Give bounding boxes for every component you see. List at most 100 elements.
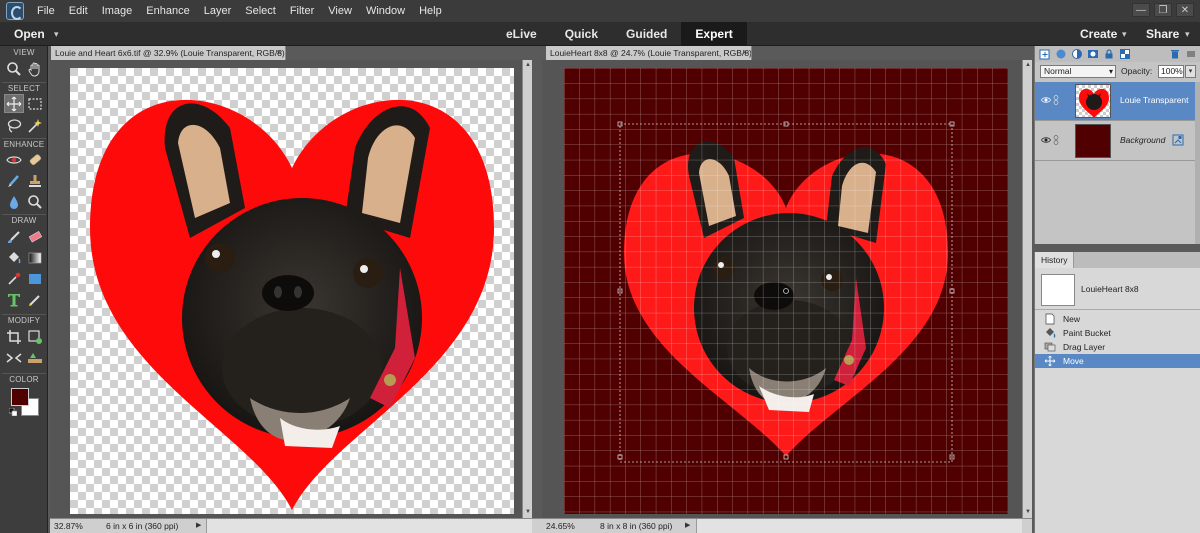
sponge-tool-icon[interactable] bbox=[25, 192, 45, 211]
blend-mode-select[interactable]: Normal bbox=[1040, 65, 1116, 78]
smart-brush-icon[interactable] bbox=[4, 171, 24, 190]
scroll-up-icon[interactable]: ▲ bbox=[1024, 61, 1032, 69]
content-aware-move-icon[interactable] bbox=[4, 348, 24, 367]
pencil-tool-icon[interactable] bbox=[25, 290, 45, 309]
adjustment-layer-icon[interactable] bbox=[1071, 48, 1083, 60]
menu-layer[interactable]: Layer bbox=[197, 0, 239, 22]
history-item-new[interactable]: New bbox=[1035, 312, 1200, 326]
menu-file[interactable]: File bbox=[30, 0, 62, 22]
crop-tool-icon[interactable] bbox=[4, 327, 24, 346]
brush-tool-icon[interactable] bbox=[4, 227, 24, 246]
document-tab-2[interactable]: LouieHeart 8x8 @ 24.7% (Louie Transparen… bbox=[546, 46, 752, 60]
layer-name-background[interactable]: Background bbox=[1120, 135, 1165, 145]
scroll-up-icon[interactable]: ▲ bbox=[524, 61, 532, 69]
tab-guided[interactable]: Guided bbox=[612, 22, 681, 46]
layer-row-louie-transparent[interactable]: Louie Transparent bbox=[1035, 82, 1195, 121]
clone-stamp-icon[interactable] bbox=[25, 171, 45, 190]
magic-wand-icon[interactable] bbox=[25, 116, 45, 135]
document-2-horizontal-scrollbar[interactable] bbox=[696, 519, 1022, 533]
minimize-button[interactable]: — bbox=[1132, 3, 1150, 17]
layer-link-icon[interactable] bbox=[1053, 95, 1059, 105]
opacity-input[interactable]: 100% bbox=[1158, 65, 1184, 78]
zoom-tool-icon[interactable] bbox=[4, 59, 24, 78]
document-1-zoom[interactable]: 32.87% bbox=[54, 519, 83, 533]
new-group-icon[interactable] bbox=[1055, 48, 1067, 60]
close-window-button[interactable]: ✕ bbox=[1176, 3, 1194, 17]
create-button[interactable]: Create bbox=[1080, 22, 1117, 46]
scroll-down-icon[interactable]: ▼ bbox=[524, 508, 532, 516]
document-2-vertical-scrollbar[interactable]: ▲ ▼ bbox=[1022, 60, 1032, 518]
document-2-area[interactable]: ▲ ▼ bbox=[542, 60, 1032, 518]
visibility-eye-icon[interactable] bbox=[1041, 96, 1051, 104]
history-tabbar: History bbox=[1035, 252, 1200, 268]
panel-menu-icon[interactable] bbox=[1185, 48, 1197, 60]
menu-view[interactable]: View bbox=[321, 0, 359, 22]
new-layer-icon[interactable] bbox=[1039, 48, 1051, 60]
layer-link-icon[interactable] bbox=[1053, 135, 1059, 145]
menu-window[interactable]: Window bbox=[359, 0, 412, 22]
document-1-canvas[interactable] bbox=[70, 68, 514, 514]
lock-all-icon[interactable] bbox=[1103, 48, 1115, 60]
document-tab-1[interactable]: Louie and Heart 6x6.tif @ 32.9% (Louie T… bbox=[51, 46, 286, 60]
tab-quick[interactable]: Quick bbox=[551, 22, 612, 46]
layers-scrollbar[interactable] bbox=[1195, 82, 1200, 244]
delete-layer-icon[interactable] bbox=[1169, 48, 1181, 60]
close-document-2-icon[interactable]: × bbox=[742, 46, 747, 60]
default-colors-icon[interactable] bbox=[9, 408, 17, 416]
blur-tool-icon[interactable] bbox=[4, 192, 24, 211]
open-dropdown-icon[interactable]: ▾ bbox=[54, 22, 59, 46]
menu-select[interactable]: Select bbox=[238, 0, 283, 22]
history-item-move[interactable]: Move bbox=[1035, 354, 1200, 368]
menu-edit[interactable]: Edit bbox=[62, 0, 95, 22]
foreground-color-swatch[interactable] bbox=[11, 388, 29, 406]
share-button[interactable]: Share bbox=[1146, 22, 1179, 46]
history-item-paint-bucket[interactable]: Paint Bucket bbox=[1035, 326, 1200, 340]
move-tool-icon[interactable] bbox=[4, 94, 24, 113]
menu-filter[interactable]: Filter bbox=[283, 0, 321, 22]
tab-elive[interactable]: eLive bbox=[492, 22, 551, 46]
lasso-tool-icon[interactable] bbox=[4, 116, 24, 135]
paint-bucket-tool-icon[interactable] bbox=[4, 248, 24, 267]
close-document-1-icon[interactable]: × bbox=[276, 46, 281, 60]
hand-tool-icon[interactable] bbox=[25, 59, 45, 78]
layer-name-louie[interactable]: Louie Transparent bbox=[1120, 95, 1189, 105]
history-snapshot[interactable]: LouieHeart 8x8 bbox=[1035, 270, 1200, 310]
menu-image[interactable]: Image bbox=[95, 0, 140, 22]
visibility-eye-icon[interactable] bbox=[1041, 136, 1051, 144]
document-1-horizontal-scrollbar[interactable] bbox=[206, 519, 532, 533]
status-menu-arrow-icon[interactable]: ▶ bbox=[196, 522, 204, 530]
document-2-zoom[interactable]: 24.65% bbox=[546, 519, 575, 533]
red-eye-tool-icon[interactable] bbox=[4, 150, 24, 169]
gradient-tool-icon[interactable] bbox=[25, 248, 45, 267]
document-1-vertical-scrollbar[interactable]: ▲ ▼ bbox=[522, 60, 532, 518]
opacity-label: Opacity: bbox=[1121, 66, 1153, 76]
open-button[interactable]: Open bbox=[14, 22, 45, 46]
toolbox: VIEW SELECT ENHANCE DRAW MODIFY COLOR bbox=[0, 46, 48, 533]
document-2-status-bar: 24.65% 8 in x 8 in (360 ppi) ▶ bbox=[542, 518, 1032, 533]
lock-transparent-icon[interactable] bbox=[1119, 48, 1131, 60]
document-2-artwork bbox=[564, 68, 1008, 514]
tab-expert[interactable]: Expert bbox=[681, 22, 747, 46]
eyedropper-tool-icon[interactable] bbox=[4, 269, 24, 288]
eraser-tool-icon[interactable] bbox=[25, 227, 45, 246]
shape-tool-icon[interactable] bbox=[25, 269, 45, 288]
straighten-tool-icon[interactable] bbox=[25, 348, 45, 367]
status-menu-arrow-icon[interactable]: ▶ bbox=[685, 522, 693, 530]
spot-healing-icon[interactable] bbox=[25, 150, 45, 169]
document-1-area[interactable]: ▲ ▼ bbox=[50, 60, 532, 518]
type-tool-icon[interactable] bbox=[4, 290, 24, 309]
restore-button[interactable]: ❐ bbox=[1154, 3, 1172, 17]
recompose-tool-icon[interactable] bbox=[25, 327, 45, 346]
marquee-tool-icon[interactable] bbox=[25, 94, 45, 113]
document-2-canvas[interactable] bbox=[564, 68, 1008, 514]
menu-help[interactable]: Help bbox=[412, 0, 449, 22]
menu-enhance[interactable]: Enhance bbox=[139, 0, 196, 22]
create-dropdown-icon[interactable]: ▾ bbox=[1122, 22, 1127, 46]
layer-row-background[interactable]: Background bbox=[1035, 122, 1195, 161]
scroll-down-icon[interactable]: ▼ bbox=[1024, 508, 1032, 516]
layer-mask-icon[interactable] bbox=[1087, 48, 1099, 60]
history-item-drag-layer[interactable]: Drag Layer bbox=[1035, 340, 1200, 354]
tab-history[interactable]: History bbox=[1035, 252, 1075, 268]
opacity-dropdown-icon[interactable]: ▾ bbox=[1185, 65, 1196, 78]
share-dropdown-icon[interactable]: ▾ bbox=[1185, 22, 1190, 46]
